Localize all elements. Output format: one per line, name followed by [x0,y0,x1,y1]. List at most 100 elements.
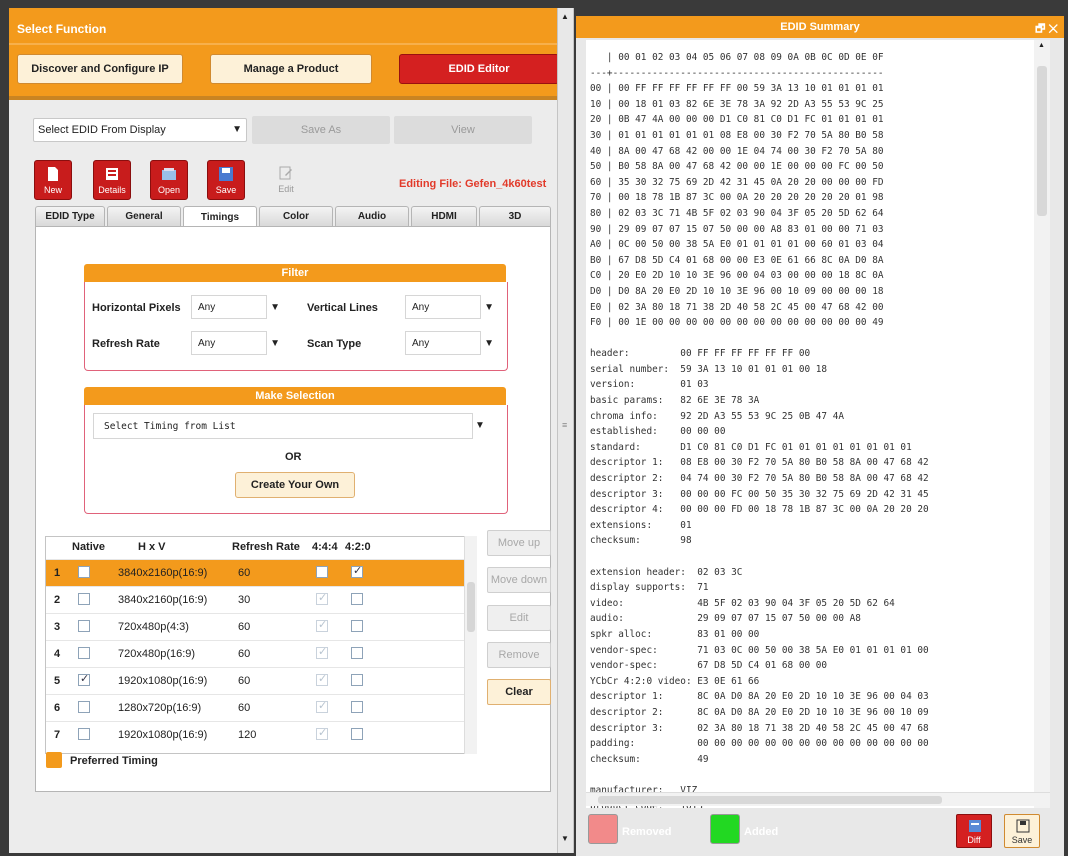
move-down-button[interactable]: Move down [487,567,551,593]
edit-pencil-icon [279,166,292,180]
edid-editor-button[interactable]: EDID Editor [399,54,559,84]
table-row[interactable]: 3 720x480p(4:3) 60 [46,613,466,641]
420-checkbox[interactable] [351,564,363,578]
420-checkbox[interactable] [351,674,363,686]
summary-vertical-scrollbar[interactable]: ▲ [1034,40,1050,808]
tab-audio[interactable]: Audio [335,206,409,226]
select-edid-dropdown[interactable]: Select EDID From Display ▼ [33,118,247,142]
panel-title: Select Function [17,22,107,36]
select-timing-dropdown[interactable]: Select Timing from List [93,413,473,439]
tab-general[interactable]: General [107,206,181,226]
444-checkbox[interactable] [316,591,328,605]
native-checkbox[interactable] [78,647,90,659]
create-your-own-button[interactable]: Create Your Own [235,472,355,498]
scrollbar-thumb[interactable] [467,582,475,632]
vertical-lines-label: Vertical Lines [307,302,378,314]
select-timing-value: Select Timing from List [104,421,236,432]
chevron-up-icon: ▲ [1038,42,1045,49]
removed-legend-label: Removed [622,826,672,838]
clear-button[interactable]: Clear [487,679,551,705]
edid-summary-text: | 00 01 02 03 04 05 06 07 08 09 0A 0B 0C… [586,40,1034,808]
tab-hdmi[interactable]: HDMI [411,206,477,226]
save-button[interactable]: Save [207,160,245,200]
444-checkbox[interactable] [316,645,328,659]
420-checkbox[interactable] [351,593,363,605]
scrollbar-thumb[interactable] [598,796,942,804]
refresh-rate-select[interactable]: Any ▼ [191,331,280,355]
table-row[interactable]: 6 1280x720p(16:9) 60 [46,694,466,722]
hxv-cell: 720x480p(4:3) [118,621,189,633]
table-row[interactable]: 1 3840x2160p(16:9) 60 [46,559,466,587]
edid-summary-panel: EDID Summary 🗗 ✕ | 00 01 02 03 04 05 06 … [576,16,1064,856]
420-checkbox[interactable] [351,620,363,632]
preferred-timing-swatch [46,752,62,768]
horizontal-pixels-select[interactable]: Any ▼ [191,295,280,319]
save-as-button[interactable]: Save As [252,116,390,144]
preferred-timing-label: Preferred Timing [70,755,158,767]
new-button[interactable]: New [34,160,72,200]
native-checkbox[interactable] [78,672,90,686]
summary-horizontal-scrollbar[interactable] [586,792,1050,806]
scrollbar-thumb[interactable] [1037,66,1047,216]
refresh-rate-cell: 60 [238,702,251,714]
open-button[interactable]: Open [150,160,188,200]
new-label: New [43,185,62,195]
420-checkbox[interactable] [351,647,363,659]
table-scrollbar[interactable] [464,536,477,754]
or-label: OR [285,451,302,463]
native-checkbox[interactable] [78,593,90,605]
table-row[interactable]: 4 720x480p(16:9) 60 [46,640,466,668]
discover-configure-ip-button[interactable]: Discover and Configure IP [17,54,183,84]
scan-type-value: Any [412,338,430,349]
tab-3d[interactable]: 3D [479,206,551,226]
444-checkbox[interactable] [316,566,328,578]
native-checkbox[interactable] [78,728,90,740]
tab-color[interactable]: Color [259,206,333,226]
edid-summary-content: | 00 01 02 03 04 05 06 07 08 09 0A 0B 0C… [590,52,929,808]
refresh-rate-cell: 60 [238,648,251,660]
420-checkbox[interactable] [351,701,363,713]
details-button[interactable]: Details [93,160,131,200]
save-summary-button[interactable]: Save [1004,814,1040,848]
table-row[interactable]: 7 1920x1080p(16:9) 120 [46,721,466,749]
diff-label: Diff [967,835,981,845]
manage-product-button[interactable]: Manage a Product [210,54,372,84]
native-checkbox[interactable] [78,620,90,632]
table-row[interactable]: 5 1920x1080p(16:9) 60 [46,667,466,695]
native-checkbox[interactable] [78,701,90,713]
popout-icon[interactable]: 🗗 [1035,23,1045,35]
vertical-lines-value: Any [412,302,430,313]
vertical-lines-select[interactable]: Any ▼ [405,295,494,319]
header-bottom-border [9,96,557,100]
row-number: 1 [54,567,61,579]
removed-legend-swatch [588,814,618,844]
edit-button[interactable]: Edit [267,160,305,200]
diff-icon [969,820,981,832]
refresh-rate-cell: 30 [238,594,251,606]
tab-edid-type[interactable]: EDID Type [35,206,105,226]
splitter-grip-icon: ≡ [562,420,568,430]
refresh-rate-label: Refresh Rate [92,338,160,350]
tab-timings[interactable]: Timings [183,206,257,228]
444-checkbox[interactable] [316,699,328,713]
refresh-rate-cell: 60 [238,675,251,687]
refresh-rate-cell: 120 [238,729,257,741]
hxv-cell: 3840x2160p(16:9) [118,567,208,579]
chevron-down-icon: ▼ [270,338,280,349]
edit-timing-button[interactable]: Edit [487,605,551,631]
chevron-down-icon: ▼ [484,302,494,313]
panel-splitter[interactable]: ▲ ≡ ▼ [557,8,574,853]
native-checkbox[interactable] [78,566,90,578]
444-checkbox[interactable] [316,726,328,740]
444-checkbox[interactable] [316,618,328,632]
remove-button[interactable]: Remove [487,642,551,668]
view-button[interactable]: View [394,116,532,144]
table-row[interactable]: 2 3840x2160p(16:9) 30 [46,586,466,614]
move-up-button[interactable]: Move up [487,530,551,556]
420-checkbox[interactable] [351,728,363,740]
scan-type-select[interactable]: Any ▼ [405,331,494,355]
444-checkbox[interactable] [316,672,328,686]
diff-button[interactable]: Diff [956,814,992,848]
refresh-rate-cell: 60 [238,567,251,579]
close-icon[interactable]: ✕ [1048,23,1058,35]
